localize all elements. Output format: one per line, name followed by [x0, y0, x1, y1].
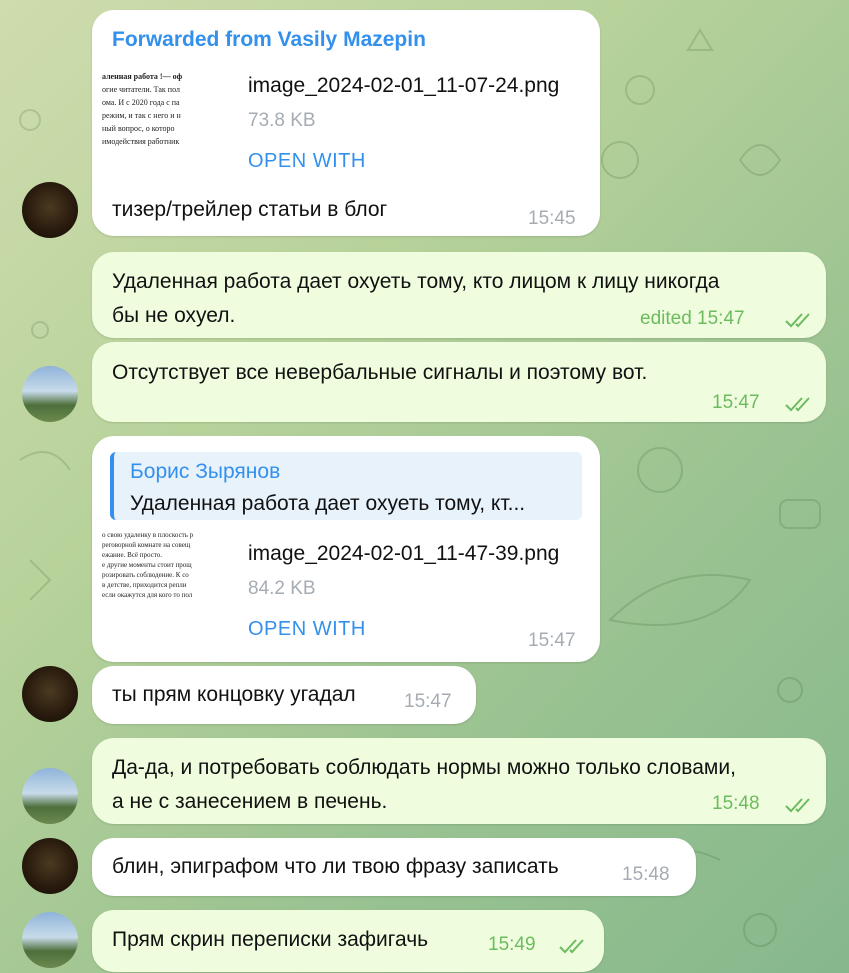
file-name[interactable]: image_2024-02-01_11-47-39.png — [248, 542, 559, 566]
message-text: Отсутствует все невербальные сигналы и п… — [112, 361, 648, 384]
message-line: бы не охуел. — [112, 304, 236, 327]
reply-preview[interactable]: Борис Зырянов Удаленная работа дает охуе… — [110, 452, 582, 520]
thumb-line: о свою удаленку в плоскость р — [102, 531, 194, 539]
avatar[interactable] — [22, 366, 78, 422]
message-line: Удаленная работа дает охуеть тому, кто л… — [112, 270, 720, 293]
thumb-line: ежание. Всё просто. — [102, 551, 163, 559]
thumb-line: огие читатели. Так пол — [102, 85, 180, 94]
message-bubble[interactable]: Да-да, и потребовать соблюдать нормы мож… — [92, 738, 826, 824]
message-text: Удаленная работа дает охуеть тому, кто л… — [112, 265, 719, 333]
open-with-button[interactable]: OPEN WITH — [248, 150, 366, 173]
avatar[interactable] — [22, 182, 78, 238]
message-bubble[interactable]: Борис Зырянов Удаленная работа дает охуе… — [92, 436, 600, 662]
thumb-line: аленная работа !— оф — [102, 72, 183, 81]
message-time: 15:48 — [712, 793, 760, 814]
message-bubble[interactable]: Отсутствует все невербальные сигналы и п… — [92, 342, 826, 422]
message-text: Да-да, и потребовать соблюдать нормы мож… — [112, 751, 736, 819]
message-time: 15:48 — [622, 864, 670, 885]
message-text: тизер/трейлер статьи в блог — [112, 198, 388, 221]
message-bubble[interactable]: Forwarded from Vasily Mazepin аленная ра… — [92, 10, 600, 236]
double-check-icon — [785, 397, 810, 412]
thumb-line: если окажутся для кого то пол — [102, 591, 193, 599]
thumb-line: ный вопрос, о которо — [102, 124, 175, 133]
file-thumbnail[interactable]: о свою удаленку в плоскость р реговорной… — [102, 530, 230, 650]
message-time: 15:47 — [528, 630, 576, 651]
message-time: 15:49 — [488, 934, 536, 955]
thumb-line: розировать соблюдение. К со — [102, 571, 189, 579]
thumb-line: реговорной комнате на совещ — [102, 541, 191, 549]
message-bubble[interactable]: ты прям концовку угадал 15:47 — [92, 666, 476, 724]
message-bubble[interactable]: Прям скрин переписки зафигачь 15:49 — [92, 910, 604, 972]
thumb-line: е другие моменты стоит прощ — [102, 561, 192, 569]
thumb-line: в детстве, приходится репли — [102, 581, 187, 589]
thumb-line: режим, и так с него и н — [102, 111, 181, 120]
message-bubble[interactable]: блин, эпиграфом что ли твою фразу записа… — [92, 838, 696, 896]
thumb-line: ома. И с 2020 года с па — [102, 98, 180, 107]
message-time: 15:47 — [404, 691, 452, 712]
message-time: 15:45 — [528, 208, 576, 229]
open-with-button[interactable]: OPEN WITH — [248, 618, 366, 641]
forwarded-from-label[interactable]: Forwarded from Vasily Mazepin — [112, 28, 426, 52]
message-line: Да-да, и потребовать соблюдать нормы мож… — [112, 756, 736, 779]
double-check-icon — [785, 798, 810, 813]
message-line: а не с занесением в печень. — [112, 790, 388, 813]
message-time: 15:47 — [712, 392, 760, 413]
message-text: ты прям концовку угадал — [112, 683, 356, 706]
file-size: 84.2 KB — [248, 578, 316, 599]
thumb-line: имодействия работник — [102, 137, 180, 146]
double-check-icon — [785, 313, 810, 328]
file-thumbnail[interactable]: аленная работа !— оф огие читатели. Так … — [102, 70, 230, 180]
avatar[interactable] — [22, 838, 78, 894]
file-size: 73.8 KB — [248, 110, 316, 131]
avatar[interactable] — [22, 912, 78, 968]
avatar[interactable] — [22, 768, 78, 824]
message-time: edited 15:47 — [640, 308, 745, 329]
message-text: блин, эпиграфом что ли твою фразу записа… — [112, 855, 559, 878]
reply-text: Удаленная работа дает охуеть тому, кт... — [130, 492, 526, 515]
reply-author: Борис Зырянов — [130, 460, 281, 483]
file-name[interactable]: image_2024-02-01_11-07-24.png — [248, 74, 559, 98]
message-text: Прям скрин переписки зафигачь — [112, 928, 429, 951]
avatar[interactable] — [22, 666, 78, 722]
message-bubble[interactable]: Удаленная работа дает охуеть тому, кто л… — [92, 252, 826, 338]
double-check-icon — [559, 939, 584, 954]
